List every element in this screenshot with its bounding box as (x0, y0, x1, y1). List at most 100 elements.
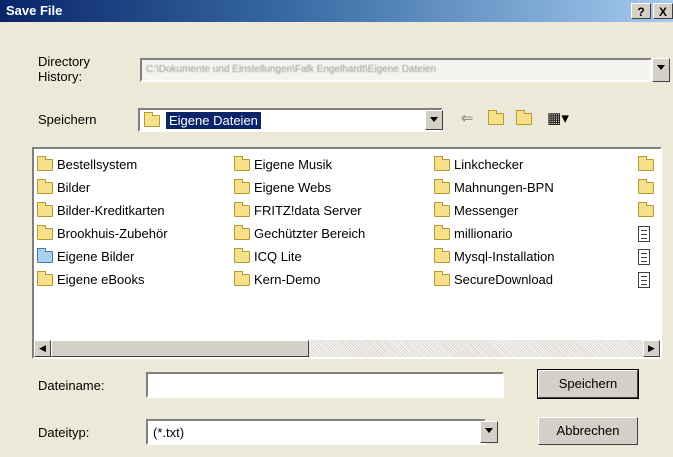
folder-icon (638, 155, 654, 171)
folder-icon (234, 155, 250, 171)
list-item[interactable]: millionario (434, 222, 554, 245)
list-item[interactable]: ICQ Lite (234, 245, 365, 268)
cancel-button[interactable]: Abbrechen (538, 417, 638, 445)
list-item[interactable]: Messenger (434, 199, 554, 222)
list-item[interactable]: Bilder-Kreditkarten (37, 199, 168, 222)
item-label: millionario (454, 226, 513, 241)
history-value: C:\Dokumente und Einstellungen\Falk Enge… (146, 64, 437, 75)
location-value: Eigene Dateien (166, 112, 261, 129)
item-label: Bilder-Kreditkarten (57, 203, 165, 218)
list-item[interactable]: Bestellsystem (37, 153, 168, 176)
list-item[interactable]: Linkchecker (434, 153, 554, 176)
location-label: Speichern (38, 112, 97, 127)
history-dropdown[interactable]: C:\Dokumente und Einstellungen\Falk Enge… (140, 58, 652, 82)
folder-icon (37, 224, 53, 240)
list-item[interactable]: Kern-Demo (234, 268, 365, 291)
item-label: Mysql-Installation (454, 249, 555, 264)
filename-input[interactable] (146, 372, 504, 398)
folder-icon (434, 270, 450, 286)
item-label: Eigene Bilder (57, 249, 135, 264)
folder-icon (638, 178, 654, 194)
new-folder-shape (516, 110, 532, 125)
folder-icon (37, 270, 53, 286)
picture-folder-icon (37, 247, 53, 263)
list-item[interactable]: SecureDownload (434, 268, 554, 291)
filetype-dropdown-button[interactable] (480, 421, 498, 443)
list-item[interactable] (638, 222, 658, 245)
filename-label: Dateiname: (38, 378, 105, 393)
folder-icon (234, 201, 250, 217)
folder-icon (434, 155, 450, 171)
location-dropdown-button[interactable] (425, 110, 443, 130)
up-folder-shape (487, 110, 504, 125)
list-item[interactable] (638, 176, 658, 199)
item-label: Gechützter Bereich (254, 226, 366, 241)
item-label: Eigene eBooks (57, 272, 145, 287)
document-icon (638, 248, 650, 265)
item-label: Kern-Demo (254, 272, 321, 287)
folder-icon (234, 270, 250, 286)
folder-icon (37, 178, 53, 194)
scroll-thumb[interactable] (51, 340, 309, 357)
folder-icon (234, 247, 250, 263)
item-label: Brookhuis-Zubehör (57, 226, 168, 241)
list-item[interactable]: Brookhuis-Zubehör (37, 222, 168, 245)
window-title: Save File (6, 3, 63, 18)
item-label: Eigene Webs (254, 180, 332, 195)
folder-icon (234, 178, 250, 194)
save-button[interactable]: Speichern (537, 369, 639, 399)
list-item[interactable]: Mysql-Installation (434, 245, 554, 268)
drive-folder-icon (144, 112, 160, 127)
filetype-value: (*.txt) (153, 425, 185, 440)
file-column-4 (638, 153, 658, 291)
new-folder-icon[interactable] (514, 110, 534, 128)
document-icon (638, 225, 650, 242)
item-label: FRITZ!data Server (254, 203, 362, 218)
location-dropdown[interactable]: Eigene Dateien (138, 108, 443, 132)
file-column-3: Linkchecker Mahnungen-BPN Messenger mill… (434, 153, 554, 291)
list-item[interactable]: Eigene eBooks (37, 268, 168, 291)
scroll-left-icon[interactable]: ◀ (34, 340, 51, 357)
history-label: Directory History: (38, 54, 91, 84)
item-label: Bestellsystem (57, 157, 138, 172)
folder-icon (434, 201, 450, 217)
item-label: ICQ Lite (254, 249, 302, 264)
up-folder-icon[interactable] (486, 110, 504, 128)
folder-icon (434, 247, 450, 263)
close-button[interactable]: X (653, 3, 673, 19)
item-label: Bilder (57, 180, 91, 195)
file-column-2: Eigene Musik Eigene Webs FRITZ!data Serv… (234, 153, 365, 291)
list-item[interactable]: Bilder (37, 176, 168, 199)
item-label: Mahnungen-BPN (454, 180, 554, 195)
view-menu-icon[interactable]: ▦▾ (544, 110, 572, 128)
folder-icon (434, 224, 450, 240)
list-item[interactable] (638, 245, 658, 268)
list-item[interactable] (638, 199, 658, 222)
file-list[interactable]: Bestellsystem Bilder Bilder-Kreditkarten… (32, 147, 662, 359)
list-item[interactable]: Eigene Musik (234, 153, 365, 176)
list-item[interactable]: Eigene Webs (234, 176, 365, 199)
list-item[interactable]: Eigene Bilder (37, 245, 168, 268)
history-dropdown-button[interactable] (652, 58, 670, 82)
list-item[interactable]: Mahnungen-BPN (434, 176, 554, 199)
scroll-right-icon[interactable]: ▶ (643, 340, 660, 357)
folder-icon (234, 224, 250, 240)
folder-icon (434, 178, 450, 194)
list-item[interactable]: Gechützter Bereich (234, 222, 365, 245)
help-button[interactable]: ? (631, 3, 651, 19)
filetype-label: Dateityp: (38, 425, 90, 440)
list-item[interactable] (638, 153, 658, 176)
item-label: Messenger (454, 203, 519, 218)
file-column-1: Bestellsystem Bilder Bilder-Kreditkarten… (37, 153, 168, 291)
list-item[interactable] (638, 268, 658, 291)
folder-icon (37, 201, 53, 217)
back-icon[interactable]: ⇐ (458, 110, 476, 128)
filetype-dropdown[interactable]: (*.txt) (146, 419, 486, 445)
item-label: SecureDownload (454, 272, 554, 287)
list-item[interactable]: FRITZ!data Server (234, 199, 365, 222)
folder-icon (37, 155, 53, 171)
folder-icon (638, 201, 654, 217)
scroll-track[interactable] (309, 340, 643, 357)
horizontal-scrollbar[interactable]: ◀ ▶ (34, 340, 660, 357)
item-label: Linkchecker (454, 157, 524, 172)
